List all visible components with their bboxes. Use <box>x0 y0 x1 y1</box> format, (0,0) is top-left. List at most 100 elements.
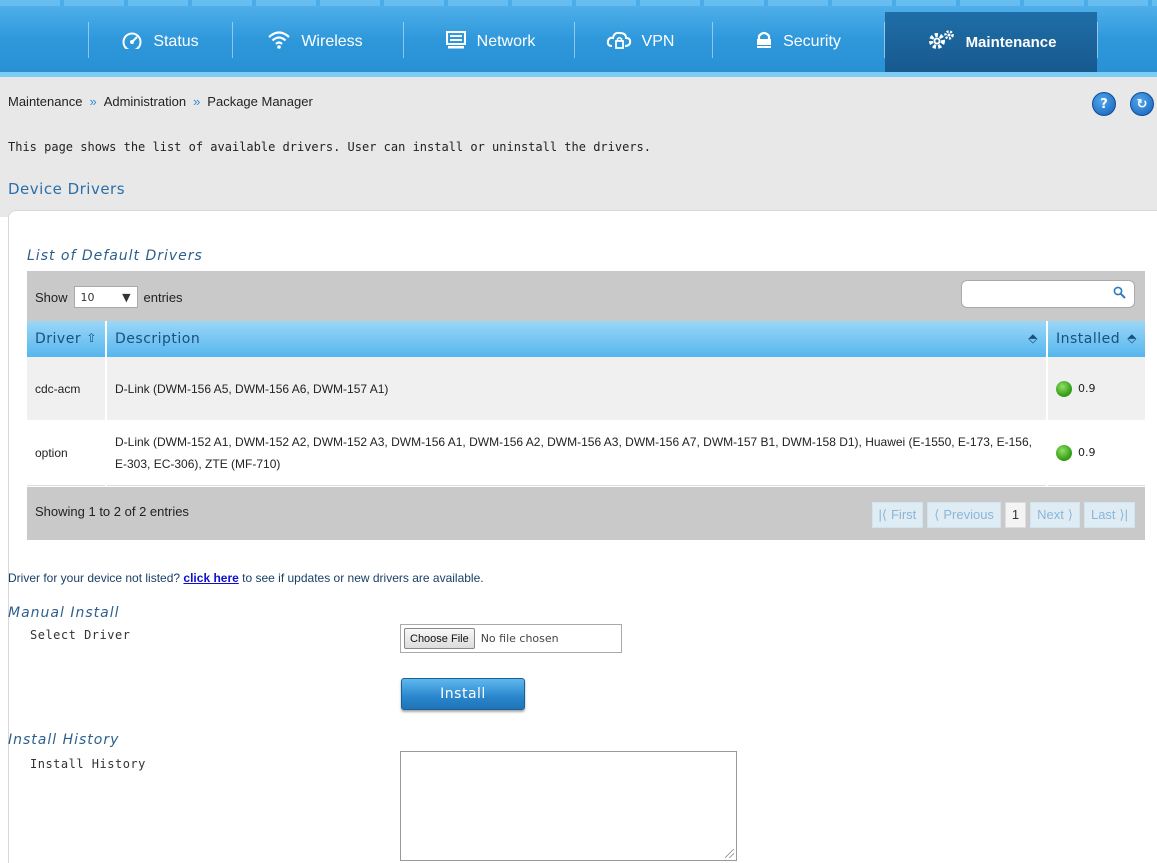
gauge-icon <box>121 31 143 54</box>
table-footer: Showing 1 to 2 of 2 entries |⟨ First ⟨ Pre… <box>27 485 1145 540</box>
installed-cell: 0.9 <box>1047 357 1145 422</box>
nav-item-security[interactable]: Security <box>718 12 878 72</box>
column-header-driver[interactable]: Driver ⇧ <box>27 321 107 357</box>
drivers-table: Driver ⇧ Description ⬘ Installed ⬘ cdc-acm … <box>27 321 1145 486</box>
driver-description-cell: D-Link (DWM-152 A1, DWM-152 A2, DWM-152 … <box>106 421 1048 486</box>
installed-cell: 0.9 <box>1047 421 1145 486</box>
nav-item-label: Network <box>476 33 536 50</box>
manual-install-title: Manual Install <box>8 605 120 621</box>
table-header-row: Driver ⇧ Description ⬘ Installed ⬘ <box>27 321 1145 357</box>
column-header-installed[interactable]: Installed ⬘ <box>1047 321 1145 357</box>
nav-separator <box>1097 22 1098 58</box>
table-toolbar: Show 10 ▼ entries <box>27 271 1145 321</box>
nav-item-vpn[interactable]: VPN <box>580 12 700 72</box>
drivers-table-container: Show 10 ▼ entries Driver ⇧ Description ⬘ I… <box>27 271 1145 540</box>
nav-decoration-stripe <box>0 0 1157 6</box>
pager-first-label: First <box>890 507 917 522</box>
nav-item-status[interactable]: Status <box>95 12 225 72</box>
sort-icon: ⬘ <box>1028 331 1038 345</box>
nav-item-network[interactable]: Network <box>410 12 570 72</box>
select-driver-label: Select Driver <box>30 628 131 642</box>
nav-separator <box>88 22 89 58</box>
show-label: Show <box>35 289 68 305</box>
installed-version: 0.9 <box>1078 381 1096 395</box>
caret-down-icon: ▼ <box>122 290 131 304</box>
install-history-textarea[interactable] <box>400 751 737 861</box>
driver-file-input[interactable]: Choose File No file chosen <box>400 624 622 653</box>
page-length-value: 10 <box>80 290 95 304</box>
nav-item-label: VPN <box>641 33 675 50</box>
status-green-icon <box>1056 380 1072 397</box>
pager-next-label: Next <box>1037 507 1064 522</box>
column-header-label: Driver <box>35 331 81 347</box>
table-row[interactable]: cdc-acm D-Link (DWM-156 A5, DWM-156 A6, … <box>27 357 1145 422</box>
breadcrumb-separator: » <box>193 94 201 109</box>
pager-next-button[interactable]: Next ⟩ <box>1030 501 1080 528</box>
nav-separator <box>232 22 233 58</box>
previous-page-icon: ⟨ <box>934 506 940 522</box>
nav-item-label: Wireless <box>301 33 363 50</box>
section-title: Device Drivers <box>8 180 126 198</box>
pager-last-label: Last <box>1090 507 1116 522</box>
note-text-before: Driver for your device not listed? <box>8 571 181 585</box>
entries-label: entries <box>143 289 183 305</box>
monitor-icon <box>445 30 467 55</box>
list-title: List of Default Drivers <box>27 248 203 264</box>
nav-item-wireless[interactable]: Wireless <box>240 12 390 72</box>
breadcrumb-item-package-manager: Package Manager <box>207 94 313 109</box>
column-header-description[interactable]: Description ⬘ <box>106 321 1048 357</box>
page-length-control: Show 10 ▼ entries <box>35 286 183 308</box>
logout-icon[interactable]: ↻ <box>1130 92 1154 116</box>
search-icon <box>1113 286 1126 303</box>
install-history-title: Install History <box>8 732 120 748</box>
nav-item-label: Status <box>153 33 199 50</box>
driver-not-listed-note: Driver for your device not listed? click… <box>8 571 484 585</box>
sort-ascending-icon: ⇧ <box>86 331 97 345</box>
cloud-lock-icon <box>606 30 632 55</box>
table-info: Showing 1 to 2 of 2 entries <box>35 503 189 519</box>
install-history-label: Install History <box>30 757 146 771</box>
first-page-icon: |⟨ <box>878 506 887 522</box>
check-updates-link[interactable]: click here <box>183 571 238 585</box>
breadcrumb-item-administration[interactable]: Administration <box>104 94 186 109</box>
install-button[interactable]: Install <box>401 678 525 710</box>
installed-version: 0.9 <box>1078 446 1096 460</box>
wifi-icon <box>267 30 291 55</box>
help-icon[interactable]: ? <box>1092 92 1116 116</box>
breadcrumb: Maintenance » Administration » Package Manag… <box>8 94 313 109</box>
lock-icon <box>755 30 773 55</box>
breadcrumb-separator: » <box>89 94 97 109</box>
choose-file-button[interactable]: Choose File <box>404 628 475 649</box>
pager-previous-label: Previous <box>943 507 994 522</box>
nav-item-label: Security <box>783 33 841 50</box>
driver-description-cell: D-Link (DWM-156 A5, DWM-156 A6, DWM-157 … <box>106 357 1048 422</box>
column-header-label: Description <box>115 331 201 347</box>
nav-item-maintenance[interactable]: Maintenance <box>885 12 1097 72</box>
pager-previous-button[interactable]: ⟨ Previous <box>927 501 1001 528</box>
top-navigation-bar: Status Wireless Network VPN Security Mai… <box>0 0 1157 77</box>
note-text-after: to see if updates or new drivers are ava… <box>242 571 484 585</box>
pager-current-page[interactable]: 1 <box>1004 501 1027 528</box>
column-header-label: Installed <box>1056 331 1120 347</box>
nav-separator <box>712 22 713 58</box>
table-search-input[interactable] <box>961 280 1135 308</box>
page-description: This page shows the list of available dr… <box>8 140 651 154</box>
pager-first-button[interactable]: |⟨ First <box>871 501 924 528</box>
file-status-text: No file chosen <box>480 632 559 645</box>
status-green-icon <box>1056 445 1072 462</box>
driver-name-cell: option <box>27 421 107 486</box>
page-length-select[interactable]: 10 ▼ <box>73 286 138 308</box>
resize-handle-icon[interactable] <box>725 849 734 858</box>
nav-separator <box>403 22 404 58</box>
table-row[interactable]: option D-Link (DWM-152 A1, DWM-152 A2, D… <box>27 421 1145 486</box>
next-page-icon: ⟩ <box>1067 506 1073 522</box>
last-page-icon: ⟩| <box>1119 506 1128 522</box>
nav-separator <box>574 22 575 58</box>
breadcrumb-item-maintenance[interactable]: Maintenance <box>8 94 82 109</box>
gears-icon <box>926 29 956 55</box>
pager-last-button[interactable]: Last ⟩| <box>1083 501 1135 528</box>
pagination: |⟨ First ⟨ Previous 1 Next ⟩ Last ⟩| <box>871 501 1135 528</box>
nav-item-label: Maintenance <box>965 33 1057 51</box>
driver-name-cell: cdc-acm <box>27 357 107 422</box>
sort-icon: ⬘ <box>1127 331 1137 345</box>
